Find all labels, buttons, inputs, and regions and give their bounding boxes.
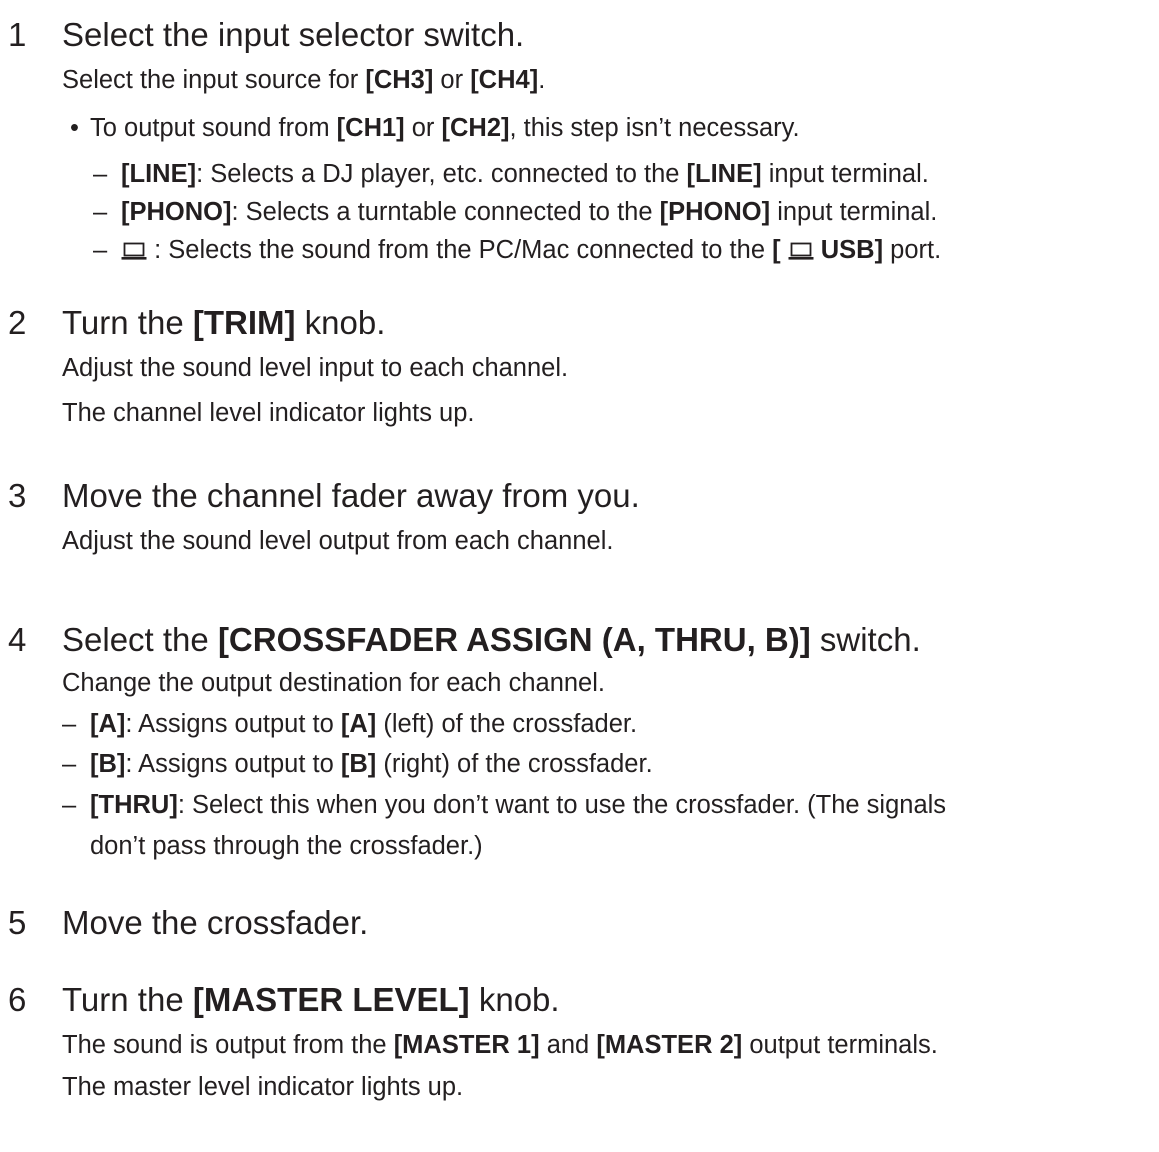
step-description: Select the input source for [CH3] or [CH…	[62, 64, 545, 96]
step-title: Select the input selector switch.	[62, 15, 524, 55]
dash-text: [LINE]: Selects a DJ player, etc. connec…	[121, 158, 929, 190]
step-description: Adjust the sound level output from each …	[62, 525, 613, 557]
text-run: input terminal.	[770, 198, 938, 226]
step-description: Change the output destination for each c…	[62, 667, 605, 699]
text-run: Move the channel fader away from you.	[62, 477, 640, 514]
text-run: (left) of the crossfader.	[376, 710, 638, 738]
dash-mark: –	[62, 791, 77, 819]
bullet-dot-icon: •	[70, 114, 79, 142]
text-run: output terminals.	[742, 1031, 938, 1059]
text-run: input terminal.	[761, 160, 929, 188]
step-number: 5	[8, 904, 27, 941]
text-run: don’t pass through the crossfader.)	[90, 832, 483, 860]
step-description: The master level indicator lights up.	[62, 1071, 463, 1103]
dash-continuation: don’t pass through the crossfader.)	[90, 830, 483, 862]
dash-text: [B]: Assigns output to [B] (right) of th…	[90, 748, 653, 780]
bold-term: [	[772, 236, 788, 264]
text-run: : Assigns output to	[125, 750, 341, 778]
dash-text: [PHONO]: Selects a turntable connected t…	[121, 196, 937, 228]
step-title: Move the channel fader away from you.	[62, 476, 640, 516]
dash-mark: –	[62, 710, 77, 738]
text-run: or	[433, 66, 471, 94]
bold-term: [LINE]	[686, 160, 762, 188]
step-number: 2	[8, 304, 27, 341]
dash-mark: –	[93, 236, 108, 264]
text-run: Select the input selector switch.	[62, 16, 525, 53]
step-description: The channel level indicator lights up.	[62, 397, 475, 429]
laptop-icon	[121, 242, 147, 260]
bold-term: [CH3]	[365, 66, 434, 94]
text-run: Move the crossfader.	[62, 904, 369, 941]
bold-term: [B]	[340, 750, 377, 778]
text-run: , this step isn’t necessary.	[509, 114, 800, 142]
bold-term: [A]	[90, 710, 126, 738]
text-run: switch.	[810, 621, 921, 658]
bold-term: [TRIM]	[192, 304, 296, 341]
text-run: knob.	[469, 981, 560, 1018]
dash-mark: –	[62, 750, 77, 778]
text-run: Adjust the sound level output from each …	[62, 527, 614, 555]
bold-term: [MASTER 2]	[596, 1031, 743, 1059]
dash-text: [THRU]: Select this when you don’t want …	[90, 789, 946, 821]
step-number: 4	[8, 621, 27, 658]
step-description: The sound is output from the [MASTER 1] …	[62, 1029, 938, 1061]
dash-text: [A]: Assigns output to [A] (left) of the…	[90, 708, 637, 740]
text-run: : Select this when you don’t want to use…	[177, 791, 947, 819]
bold-term: [LINE]	[121, 160, 197, 188]
text-run: To output sound from	[90, 114, 337, 142]
step-title: Move the crossfader.	[62, 903, 368, 943]
text-run: knob.	[295, 304, 386, 341]
bold-term: [B]	[90, 750, 126, 778]
step-description: Adjust the sound level input to each cha…	[62, 352, 568, 384]
text-run: : Assigns output to	[125, 710, 341, 738]
step-title: Select the [CROSSFADER ASSIGN (A, THRU, …	[62, 620, 921, 660]
text-run: The sound is output from the	[62, 1031, 394, 1059]
bold-term: [MASTER 1]	[393, 1031, 540, 1059]
bold-term: [CROSSFADER ASSIGN (A, THRU, B)]	[217, 621, 811, 658]
text-run: Turn the	[62, 981, 193, 1018]
bold-term: [PHONO]	[121, 198, 232, 226]
step-title: Turn the [MASTER LEVEL] knob.	[62, 980, 560, 1020]
bold-term: [CH4]	[470, 66, 539, 94]
dash-mark: –	[93, 198, 108, 226]
bold-term: [PHONO]	[659, 198, 771, 226]
text-run: The channel level indicator lights up.	[62, 399, 475, 427]
bold-term: [A]	[340, 710, 377, 738]
step-number: 3	[8, 477, 27, 514]
text-run: Select the	[62, 621, 218, 658]
text-run: Select the input source for	[62, 66, 366, 94]
text-run: port.	[883, 236, 942, 264]
bold-term: [CH1]	[336, 114, 405, 142]
laptop-icon	[788, 242, 814, 260]
step-title: Turn the [TRIM] knob.	[62, 303, 385, 343]
bold-term: USB]	[813, 236, 884, 264]
bullet-text: To output sound from [CH1] or [CH2], thi…	[90, 112, 800, 144]
text-run: : Selects a turntable connected to the	[231, 198, 660, 226]
bold-term: [THRU]	[90, 791, 178, 819]
text-run: .	[538, 66, 546, 94]
text-run: Change the output destination for each c…	[62, 669, 605, 697]
step-number: 6	[8, 981, 27, 1018]
dash-mark: –	[93, 160, 108, 188]
bold-term: [MASTER LEVEL]	[192, 981, 470, 1018]
step-number: 1	[8, 16, 27, 53]
text-run: : Selects a DJ player, etc. connected to…	[196, 160, 687, 188]
text-run: or	[404, 114, 442, 142]
text-run: : Selects the sound from the PC/Mac conn…	[147, 236, 773, 264]
text-run: Adjust the sound level input to each cha…	[62, 354, 569, 382]
text-run: and	[539, 1031, 597, 1059]
dash-text: : Selects the sound from the PC/Mac conn…	[121, 234, 941, 266]
text-run: Turn the	[62, 304, 193, 341]
text-run: The master level indicator lights up.	[62, 1073, 464, 1101]
bold-term: [CH2]	[441, 114, 510, 142]
text-run: (right) of the crossfader.	[376, 750, 653, 778]
